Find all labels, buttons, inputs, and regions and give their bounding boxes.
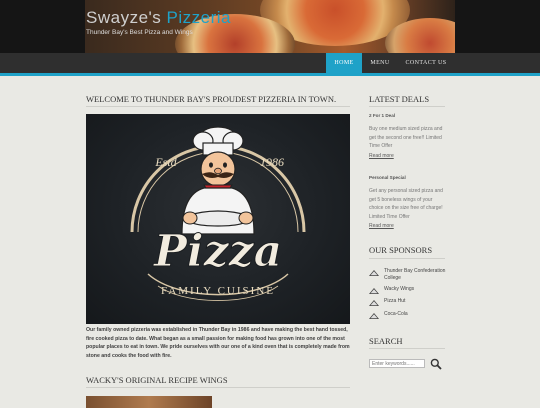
deal-title: Personal Special	[369, 175, 406, 180]
site-title-name: Swayze's	[86, 8, 162, 27]
wings-section-heading: WACKY'S ORIGINAL RECIPE WINGS	[86, 375, 228, 385]
heading-divider	[86, 106, 350, 107]
site-tagline: Thunder Bay's Best Pizza and Wings	[86, 29, 193, 36]
logo-year: 1986	[260, 155, 284, 169]
search-divider	[369, 348, 445, 349]
search-input[interactable]	[369, 359, 425, 368]
sponsor-name: Wacky Wings	[384, 286, 415, 292]
main-heading: WELCOME TO THUNDER BAY'S PROUDEST PIZZER…	[86, 94, 337, 104]
wings-heading-divider	[86, 387, 350, 388]
search-icon[interactable]	[430, 358, 442, 370]
sponsor-name: Thunder Bay Confederation College	[384, 268, 446, 281]
site-title[interactable]: Swayze's Pizzeria	[86, 8, 231, 28]
deals-divider	[369, 106, 445, 107]
logo-estd-label: Estd	[154, 155, 177, 169]
deal-read-more-link[interactable]: Read more	[369, 153, 394, 159]
pizza-slice-icon	[369, 313, 379, 319]
sponsor-item[interactable]: Coca-Cola	[369, 311, 449, 325]
sponsors-heading: OUR SPONSORS	[369, 245, 433, 255]
intro-paragraph: Our family owned pizzeria was establishe…	[86, 327, 350, 359]
deal-text: Buy one medium sized pizza and get the s…	[369, 126, 443, 149]
wings-image	[86, 396, 212, 408]
sponsor-item[interactable]: Pizza Hut	[369, 298, 449, 312]
nav-item-home[interactable]: HOME	[326, 53, 362, 73]
sponsor-name: Coca-Cola	[384, 311, 408, 317]
pizza-slice-icon	[369, 300, 379, 306]
deal-title: 2 For 1 Deal	[369, 113, 396, 118]
chef-face-icon	[200, 151, 236, 187]
deal-read-more-link[interactable]: Read more	[369, 223, 394, 229]
site-header: Swayze's Pizzeria Thunder Bay's Best Piz…	[0, 0, 540, 53]
pizza-slice-icon	[369, 270, 379, 276]
logo-wordmark: Pizza	[152, 226, 282, 277]
deal-text: Get any personal sized pizza and get 5 b…	[369, 188, 443, 220]
hero-pizza-logo-image: Estd 1986 Pizza FAMILY CUISINE	[86, 114, 350, 324]
pizza-slice-icon	[369, 288, 379, 294]
nav-item-contact-us[interactable]: CONTACT US	[400, 53, 452, 73]
search-heading: SEARCH	[369, 336, 403, 346]
nav-item-menu[interactable]: MENU	[364, 53, 396, 73]
main-nav: HOME MENU CONTACT US	[0, 53, 540, 76]
site-title-accent: Pizzeria	[166, 8, 231, 27]
sponsor-name: Pizza Hut	[384, 298, 406, 304]
pizza-logo-graphic: Estd 1986 Pizza FAMILY CUISINE	[130, 126, 306, 301]
sponsors-divider	[369, 258, 445, 259]
chef-hat-icon	[192, 126, 244, 156]
latest-deals-heading: LATEST DEALS	[369, 94, 430, 104]
sponsor-item[interactable]: Thunder Bay Confederation College	[369, 268, 449, 282]
